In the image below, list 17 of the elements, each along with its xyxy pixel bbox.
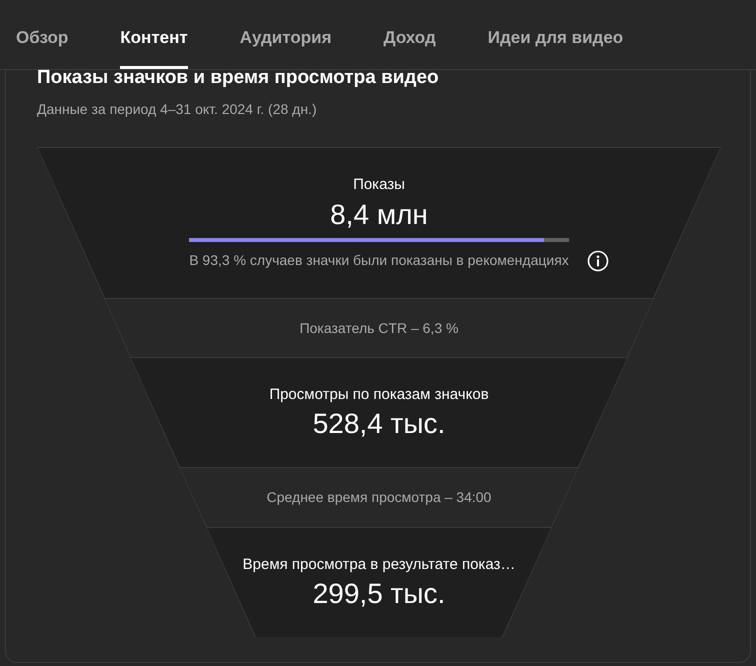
tab[interactable]: Контент (120, 9, 188, 69)
stage-value: 299,5 тыс. (312, 577, 446, 612)
stage-label: Показы (353, 175, 405, 196)
stage-value: 8,4 млн (330, 198, 428, 232)
tab[interactable]: Идеи для видео (488, 9, 624, 69)
card-subtitle: Данные за период 4–31 окт. 2024 г. (28 дн.) (37, 100, 318, 119)
tab[interactable]: Доход (384, 9, 436, 69)
rate-label: Среднее время просмотра – 34:00 (266, 488, 492, 507)
stage-label: Время просмотра в результате показ… (242, 554, 516, 575)
info-icon[interactable] (586, 250, 609, 272)
tab[interactable]: Аудитория (240, 9, 332, 69)
rate-label: Показатель CTR – 6,3 % (300, 318, 458, 338)
stage-note: В 93,3 % случаев значки были показаны в рекомендациях (189, 251, 569, 270)
tab[interactable]: Обзор (16, 9, 68, 69)
stage-label: Просмотры по показам значков (269, 384, 489, 405)
stage-value: 528,4 тыс. (312, 407, 446, 442)
card-title: Показы значков и время просмотра видео (37, 68, 440, 87)
